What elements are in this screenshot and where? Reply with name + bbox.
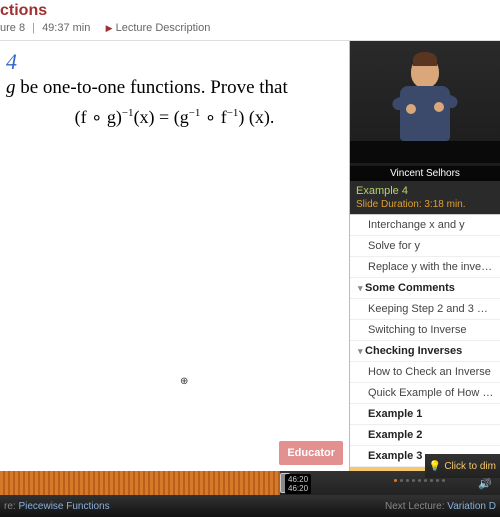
outline-item[interactable]: Example 2: [350, 425, 500, 446]
outline-item[interactable]: Switching to Inverse: [350, 320, 500, 341]
next-lecture[interactable]: Next Lecture: Variation D: [385, 501, 496, 512]
slide-duration: Slide Duration: 3:18 min.: [356, 199, 494, 210]
lecture-number: ure 8: [0, 22, 25, 34]
triangle-icon: ▶: [106, 23, 113, 33]
chapter-markers: [394, 479, 445, 482]
instructor-name: Vincent Selhors: [350, 166, 500, 181]
page-title-fragment: ctions: [0, 0, 500, 20]
lecture-meta: ure 8 | 49:37 min ▶Lecture Description: [0, 20, 500, 41]
outline-list[interactable]: Interchange x and ySolve for yReplace y …: [350, 214, 500, 471]
lightbulb-icon: 💡: [429, 461, 441, 472]
hint-bar[interactable]: 💡 Click to dim: [425, 454, 500, 478]
slide-area: 4 g be one-to-one functions. Prove that …: [0, 41, 350, 471]
outline-item[interactable]: Keeping Step 2 and 3 Straight: [350, 299, 500, 320]
bottom-nav: re: Piecewise Functions Next Lecture: Va…: [0, 495, 500, 517]
current-slide-label: Example 4: [356, 185, 494, 197]
outline-item[interactable]: Example 1: [350, 404, 500, 425]
outline-item[interactable]: Quick Example of How to Check: [350, 383, 500, 404]
lecture-description-link[interactable]: Lecture Description: [116, 22, 211, 34]
time-tooltip: 46:2046:20: [285, 474, 311, 494]
main-content: 4 g be one-to-one functions. Prove that …: [0, 41, 500, 471]
outline-item[interactable]: Some Comments: [350, 278, 500, 299]
slide-info: Example 4 Slide Duration: 3:18 min.: [350, 181, 500, 214]
video-thumbnail[interactable]: Vincent Selhors: [350, 41, 500, 181]
played-region: [0, 471, 280, 495]
proof-text: g be one-to-one functions. Prove that: [6, 77, 343, 99]
outline-item[interactable]: How to Check an Inverse: [350, 362, 500, 383]
cursor-marker: ⊕: [180, 376, 188, 387]
hint-text: Click to dim: [444, 461, 496, 472]
speaker-icon[interactable]: 🔊: [478, 477, 492, 490]
lecture-duration: 49:37 min: [42, 22, 90, 34]
sidebar: Vincent Selhors Example 4 Slide Duration…: [350, 41, 500, 471]
educator-logo: Educator: [279, 441, 343, 465]
outline-item[interactable]: Solve for y: [350, 236, 500, 257]
equation: (f ∘ g)−1(x) = (g−1 ∘ f−1) (x).: [6, 107, 343, 128]
prev-lecture[interactable]: re: Piecewise Functions: [4, 501, 110, 512]
outline-item[interactable]: Replace y with the inverse: [350, 257, 500, 278]
outline-item[interactable]: Interchange x and y: [350, 215, 500, 236]
outline-item[interactable]: Checking Inverses: [350, 341, 500, 362]
volume-control[interactable]: 🔊: [478, 477, 492, 490]
example-number: 4: [6, 49, 343, 75]
